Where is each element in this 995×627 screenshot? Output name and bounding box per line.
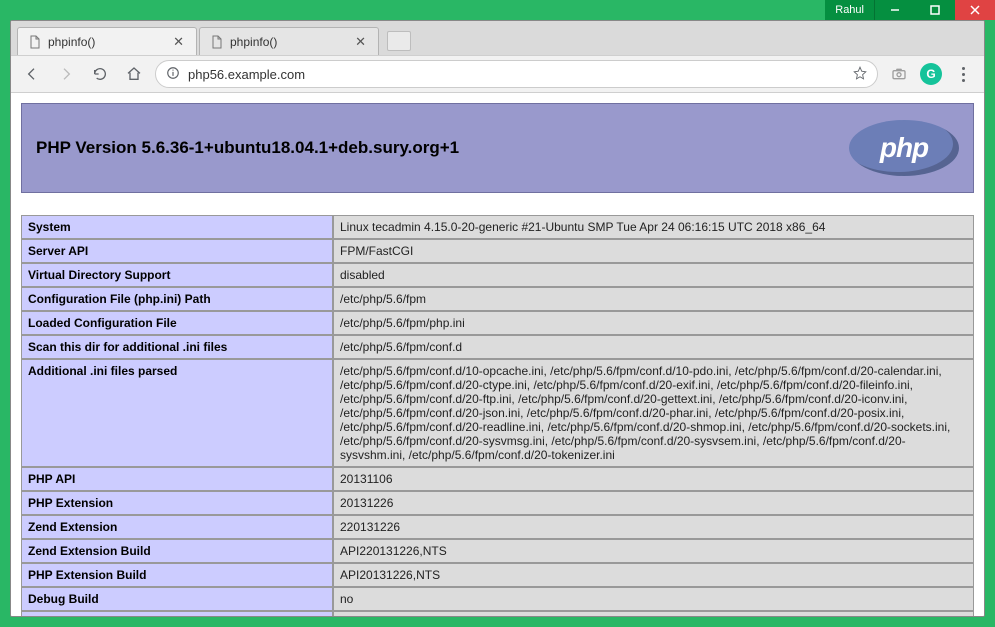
user-label: Rahul — [835, 4, 864, 16]
table-row: Server APIFPM/FastCGI — [21, 239, 974, 263]
config-key: Additional .ini files parsed — [21, 359, 333, 467]
table-row: Debug Buildno — [21, 587, 974, 611]
table-row: Zend Extension220131226 — [21, 515, 974, 539]
php-logo: php — [849, 120, 959, 176]
table-row: PHP Extension20131226 — [21, 491, 974, 515]
window-close-button[interactable] — [955, 0, 995, 20]
phpinfo-table: SystemLinux tecadmin 4.15.0-20-generic #… — [21, 215, 974, 616]
phpinfo-header: PHP Version 5.6.36-1+ubuntu18.04.1+deb.s… — [21, 103, 974, 193]
config-value: Linux tecadmin 4.15.0-20-generic #21-Ubu… — [333, 215, 974, 239]
config-key: Virtual Directory Support — [21, 263, 333, 287]
forward-button[interactable] — [53, 61, 79, 87]
window-titlebar: Rahul — [0, 0, 995, 20]
table-row: Zend Extension BuildAPI220131226,NTS — [21, 539, 974, 563]
config-key: Server API — [21, 239, 333, 263]
file-icon — [28, 35, 42, 49]
phpinfo-page: PHP Version 5.6.36-1+ubuntu18.04.1+deb.s… — [11, 93, 984, 616]
config-value: disabled — [333, 263, 974, 287]
tab-title: phpinfo() — [230, 35, 347, 49]
table-row: PHP API20131106 — [21, 467, 974, 491]
table-row: PHP Extension BuildAPI20131226,NTS — [21, 563, 974, 587]
config-key: Zend Extension — [21, 515, 333, 539]
config-value: /etc/php/5.6/fpm/php.ini — [333, 311, 974, 335]
tab-strip: phpinfo() ✕ phpinfo() ✕ — [11, 21, 984, 55]
config-value: 20131106 — [333, 467, 974, 491]
browser-menu-button[interactable] — [950, 61, 976, 87]
user-account-button[interactable]: Rahul — [825, 0, 875, 20]
config-value: FPM/FastCGI — [333, 239, 974, 263]
config-value: no — [333, 587, 974, 611]
bookmark-star-icon[interactable] — [853, 66, 867, 83]
config-key: Zend Extension Build — [21, 539, 333, 563]
php-logo-text: php — [880, 132, 928, 164]
table-row: Additional .ini files parsed/etc/php/5.6… — [21, 359, 974, 467]
url-text: php56.example.com — [188, 67, 845, 82]
config-key: PHP Extension — [21, 491, 333, 515]
home-button[interactable] — [121, 61, 147, 87]
config-key: Loaded Configuration File — [21, 311, 333, 335]
config-key: System — [21, 215, 333, 239]
config-key: Debug Build — [21, 587, 333, 611]
address-bar: php56.example.com G — [11, 55, 984, 93]
tab-close-button[interactable]: ✕ — [353, 34, 368, 50]
table-row: Loaded Configuration File/etc/php/5.6/fp… — [21, 311, 974, 335]
table-row: Thread Safetydisabled — [21, 611, 974, 616]
config-key: Configuration File (php.ini) Path — [21, 287, 333, 311]
config-key: PHP Extension Build — [21, 563, 333, 587]
config-value: API220131226,NTS — [333, 539, 974, 563]
browser-tab-1[interactable]: phpinfo() ✕ — [17, 27, 197, 55]
config-value: /etc/php/5.6/fpm — [333, 287, 974, 311]
page-viewport[interactable]: PHP Version 5.6.36-1+ubuntu18.04.1+deb.s… — [11, 93, 984, 616]
table-row: Scan this dir for additional .ini files/… — [21, 335, 974, 359]
browser-tab-2[interactable]: phpinfo() ✕ — [199, 27, 379, 55]
grammarly-extension-icon[interactable]: G — [920, 63, 942, 85]
config-value: 220131226 — [333, 515, 974, 539]
back-button[interactable] — [19, 61, 45, 87]
screenshot-extension-icon[interactable] — [886, 61, 912, 87]
table-row: Virtual Directory Supportdisabled — [21, 263, 974, 287]
config-key: Scan this dir for additional .ini files — [21, 335, 333, 359]
omnibox[interactable]: php56.example.com — [155, 60, 878, 88]
window-minimize-button[interactable] — [875, 0, 915, 20]
config-value: /etc/php/5.6/fpm/conf.d — [333, 335, 974, 359]
config-value: /etc/php/5.6/fpm/conf.d/10-opcache.ini, … — [333, 359, 974, 467]
browser-window: phpinfo() ✕ phpinfo() ✕ php56.example.co… — [10, 20, 985, 617]
reload-button[interactable] — [87, 61, 113, 87]
config-key: PHP API — [21, 467, 333, 491]
window-maximize-button[interactable] — [915, 0, 955, 20]
php-version-title: PHP Version 5.6.36-1+ubuntu18.04.1+deb.s… — [36, 138, 459, 158]
config-value: disabled — [333, 611, 974, 616]
config-key: Thread Safety — [21, 611, 333, 616]
table-row: Configuration File (php.ini) Path/etc/ph… — [21, 287, 974, 311]
file-icon — [210, 35, 224, 49]
config-value: 20131226 — [333, 491, 974, 515]
site-info-icon[interactable] — [166, 66, 180, 83]
tab-close-button[interactable]: ✕ — [171, 34, 186, 50]
table-row: SystemLinux tecadmin 4.15.0-20-generic #… — [21, 215, 974, 239]
config-value: API20131226,NTS — [333, 563, 974, 587]
tab-title: phpinfo() — [48, 35, 165, 49]
new-tab-button[interactable] — [387, 31, 411, 51]
